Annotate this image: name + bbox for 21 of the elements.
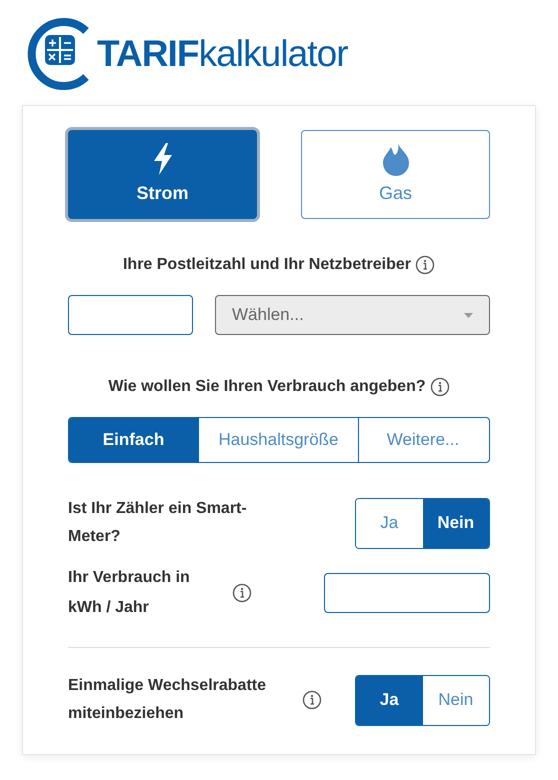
toggle-option[interactable]: Ja	[356, 676, 422, 724]
postcode-label: Ihre Postleitzahl und Ihr Netzbetreiber	[122, 255, 412, 275]
consumption-label: Ihr Verbrauch in kWh / Jahr	[68, 568, 191, 618]
caret-icon	[464, 312, 473, 318]
usage-question: Wie wollen Sie Ihren Verbrauch angeben?	[108, 377, 426, 397]
toggle-option[interactable]: Nein	[422, 498, 489, 548]
mode-tab[interactable]: Einfach	[69, 418, 198, 462]
question-label: Ist Ihr Zähler ein Smart-Meter?	[68, 499, 248, 547]
flame-icon	[380, 142, 410, 176]
info-icon[interactable]	[430, 377, 450, 397]
energy-button[interactable]: Gas	[301, 130, 490, 219]
info-icon[interactable]	[415, 255, 436, 275]
info-icon[interactable]	[302, 690, 322, 710]
network-operator-select[interactable]: Wählen...	[215, 295, 490, 335]
consumption-field[interactable]	[324, 573, 490, 613]
postcode-field[interactable]	[68, 295, 193, 335]
question-label: Einmalige Wechselrabatte miteinbeziehen	[68, 676, 267, 724]
mode-tab[interactable]: Weitere...	[358, 418, 487, 462]
energy-button[interactable]: Strom	[68, 130, 257, 219]
info-icon[interactable]	[232, 583, 252, 603]
logo-text: TARIFkalkulator	[97, 32, 348, 76]
